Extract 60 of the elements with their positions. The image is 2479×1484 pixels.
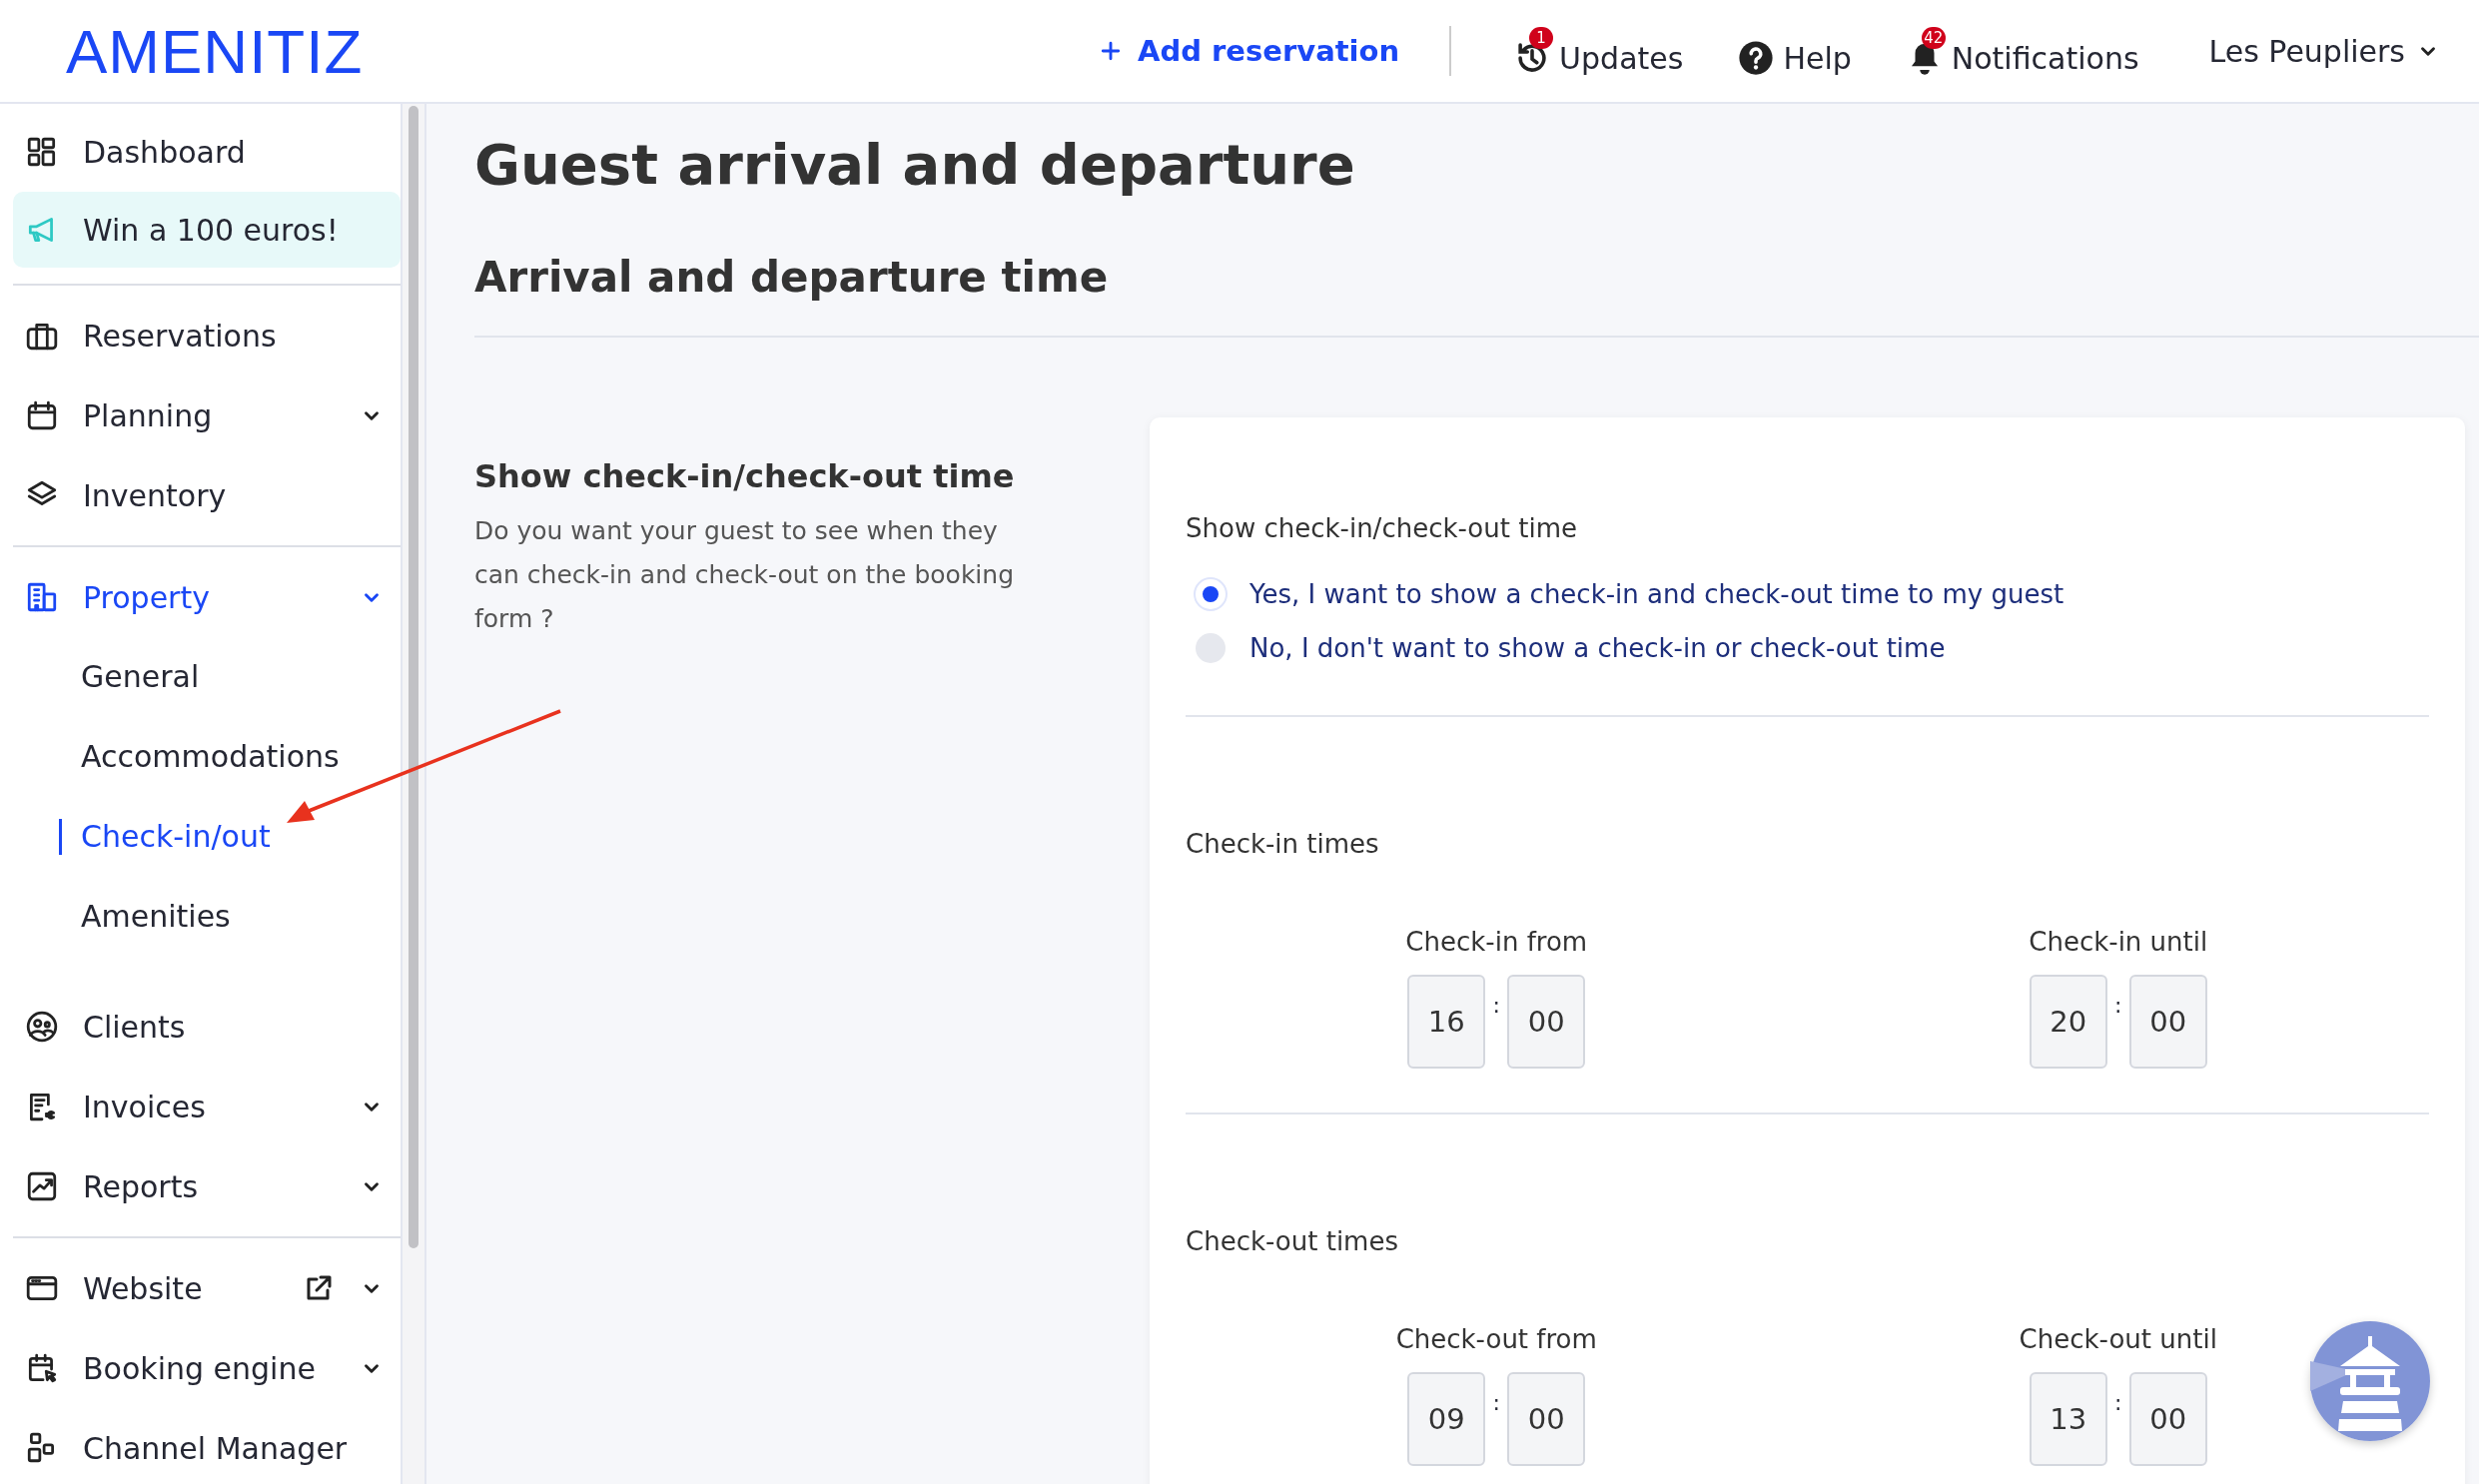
sidebar-item[interactable]: Property (13, 557, 401, 637)
count-badge: 1 (1529, 27, 1554, 49)
sidebar-item[interactable]: Planning (13, 375, 401, 455)
sidebar-item[interactable]: Booking engine (13, 1328, 401, 1408)
time-separator: : (2113, 993, 2123, 1018)
setting-title: Show check-in/check-out time (474, 457, 1016, 495)
notifications-link[interactable]: 42 Notifications (1905, 25, 2143, 77)
sidebar-item[interactable]: Invoices (13, 1067, 401, 1146)
field-label: Check-in until (2029, 927, 2208, 957)
sidebar-item[interactable]: Clients (13, 987, 401, 1067)
people-icon (25, 1010, 59, 1044)
plus-icon (1100, 40, 1122, 62)
hours-field[interactable]: 16 (1407, 975, 1486, 1069)
add-reservation-link[interactable]: Add reservation (1100, 34, 1400, 68)
building-icon (25, 580, 59, 614)
sidebar-subitem[interactable]: Accommodations (13, 717, 401, 797)
minutes-field[interactable]: 00 (1507, 1372, 1586, 1466)
hours-field[interactable]: 13 (2029, 1372, 2107, 1466)
minutes-field[interactable]: 00 (2128, 975, 2207, 1069)
sidebar-subitem[interactable]: Check-in/out (13, 797, 401, 877)
scrollbar[interactable] (401, 104, 426, 1484)
sidebar-item[interactable]: Inventory (13, 455, 401, 535)
field-label: Check-out until (2019, 1324, 2217, 1354)
help-icon (1737, 39, 1776, 77)
question-label: Show check-in/check-out time (1186, 513, 1578, 543)
radio-button[interactable] (1196, 633, 1226, 663)
calendar-icon (25, 398, 59, 432)
sidebar-subitem[interactable]: General (13, 637, 401, 717)
sidebar-item[interactable]: Dashboard (13, 112, 401, 192)
page-title: Guest arrival and departure (474, 132, 1356, 197)
minutes-field[interactable]: 00 (2128, 1372, 2207, 1466)
field-label: Check-out from (1395, 1324, 1597, 1354)
minutes-field[interactable]: 00 (1507, 975, 1586, 1069)
time-separator: : (1491, 1390, 1501, 1415)
sidebar-item[interactable]: Reports (13, 1146, 401, 1226)
sidebar-subitem[interactable]: Amenities (13, 877, 401, 957)
setting-description: Do you want your guest to see when they can check-in and check-out on the booking form ? (474, 515, 1014, 635)
sidebar-item[interactable]: Channel Manager (13, 1408, 401, 1484)
help-link[interactable]: Help (1737, 25, 1856, 77)
promo-banner[interactable]: Win a 100 euros! (13, 192, 401, 268)
lighthouse-icon (2310, 1321, 2430, 1441)
group-title: Check-in times (1186, 829, 1380, 859)
chart-icon (25, 1169, 59, 1203)
radio-button[interactable] (1196, 579, 1226, 609)
hours-field[interactable]: 20 (2029, 975, 2107, 1069)
sidebar-item[interactable]: Website (13, 1248, 401, 1328)
sidebar-item[interactable]: Reservations (13, 296, 401, 375)
logo[interactable]: AMENITIZ (66, 15, 364, 87)
hours-field[interactable]: 09 (1407, 1372, 1486, 1466)
field-label: Check-in from (1405, 927, 1588, 957)
radio-label[interactable]: Yes, I want to show a check-in and check-out time to my guest (1249, 579, 2065, 609)
time-separator: : (1491, 993, 1501, 1018)
account-menu[interactable]: Les Peupliers (2208, 33, 2439, 69)
updates-link[interactable]: 1 Updates (1513, 25, 1688, 77)
group-title: Check-out times (1186, 1226, 1399, 1256)
chat-launcher-button[interactable] (2310, 1321, 2430, 1441)
count-badge: 42 (1921, 27, 1946, 49)
section-title: Arrival and departure time (474, 253, 1110, 302)
radio-label[interactable]: No, I don't want to show a check-in or check-out time (1249, 633, 1946, 663)
time-separator: : (2113, 1390, 2123, 1415)
